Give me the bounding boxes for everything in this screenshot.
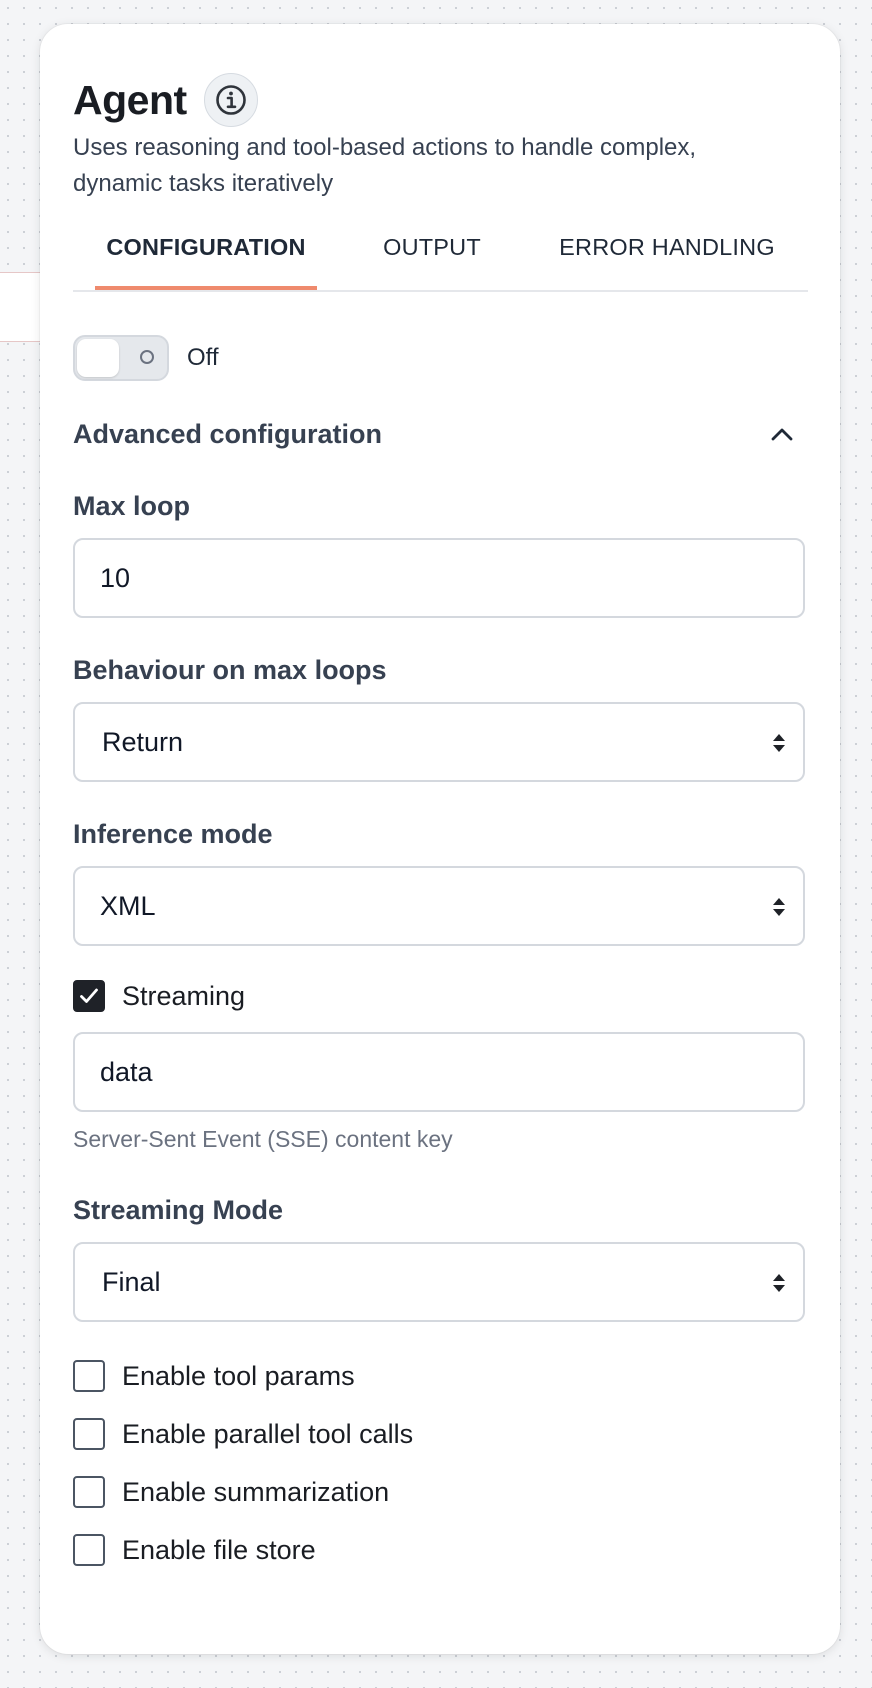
panel-title: Agent <box>73 76 187 123</box>
sse-key-value: data <box>100 1056 153 1087</box>
streaming-mode-group: Streaming Mode Final <box>73 1192 808 1322</box>
max-loop-value: 10 <box>100 562 131 593</box>
tab-output[interactable]: OUTPUT <box>372 222 492 290</box>
chevron-up-icon[interactable] <box>770 426 794 442</box>
advanced-configuration-title: Advanced configuration <box>73 418 383 449</box>
streaming-mode-label: Streaming Mode <box>73 1195 284 1225</box>
sse-key-input[interactable]: data <box>73 1032 805 1112</box>
info-icon <box>215 85 246 115</box>
updown-icon <box>773 1274 785 1292</box>
enable-file-store-row[interactable]: Enable file store <box>73 1532 808 1568</box>
check-icon <box>80 988 98 1003</box>
streaming-mode-value: Final <box>102 1266 161 1297</box>
circle-icon <box>140 350 154 364</box>
inference-select[interactable]: XML <box>73 866 805 946</box>
advanced-configuration-header[interactable]: Advanced configuration <box>73 412 808 456</box>
behaviour-value: Return <box>102 726 184 757</box>
max-loop-group: Max loop 10 <box>73 488 808 618</box>
tab-bar: CONFIGURATION OUTPUT ERROR HANDLING <box>73 222 808 292</box>
enable-parallel-tool-calls-label: Enable parallel tool calls <box>122 1418 414 1449</box>
toggle-knob <box>77 339 119 377</box>
enable-summarization-row[interactable]: Enable summarization <box>73 1474 808 1510</box>
agent-config-panel: Agent Uses reasoning and tool-based acti… <box>40 24 840 1654</box>
enable-toggle-row: Off <box>73 334 808 382</box>
max-loop-label: Max loop <box>73 491 191 521</box>
info-button[interactable] <box>203 73 258 127</box>
enable-summarization-label: Enable summarization <box>122 1476 390 1507</box>
sse-key-helper: Server-Sent Event (SSE) content key <box>73 1126 453 1152</box>
behaviour-select[interactable]: Return <box>73 702 805 782</box>
streaming-label: Streaming <box>122 980 246 1011</box>
panel-description: Uses reasoning and tool-based actions to… <box>73 134 697 197</box>
updown-icon <box>773 734 785 752</box>
enable-file-store-label: Enable file store <box>122 1534 316 1565</box>
enable-parallel-tool-calls-row[interactable]: Enable parallel tool calls <box>73 1416 808 1452</box>
max-loop-input[interactable]: 10 <box>73 538 805 618</box>
enable-tool-params-label: Enable tool params <box>122 1360 355 1391</box>
streaming-mode-select[interactable]: Final <box>73 1242 805 1322</box>
updown-icon <box>773 898 785 916</box>
inference-label: Inference mode <box>73 819 273 849</box>
toggle-state-label: Off <box>187 344 219 371</box>
panel-header: Agent <box>73 72 808 128</box>
enable-tool-params-row[interactable]: Enable tool params <box>73 1358 808 1394</box>
tab-configuration[interactable]: CONFIGURATION <box>95 222 317 290</box>
enable-toggle[interactable] <box>73 335 169 381</box>
inference-value: XML <box>100 890 156 921</box>
tab-error-handling[interactable]: ERROR HANDLING <box>552 222 782 290</box>
canvas-edge-line <box>836 1400 868 1520</box>
enable-summarization-checkbox[interactable] <box>73 1476 105 1508</box>
behaviour-group: Behaviour on max loops Return <box>73 652 808 782</box>
streaming-checkbox-row[interactable]: Streaming <box>73 978 808 1014</box>
inference-group: Inference mode XML <box>73 816 808 946</box>
streaming-checkbox[interactable] <box>73 980 105 1012</box>
behaviour-label: Behaviour on max loops <box>73 655 387 685</box>
enable-parallel-tool-calls-checkbox[interactable] <box>73 1418 105 1450</box>
enable-tool-params-checkbox[interactable] <box>73 1360 105 1392</box>
enable-file-store-checkbox[interactable] <box>73 1534 105 1566</box>
